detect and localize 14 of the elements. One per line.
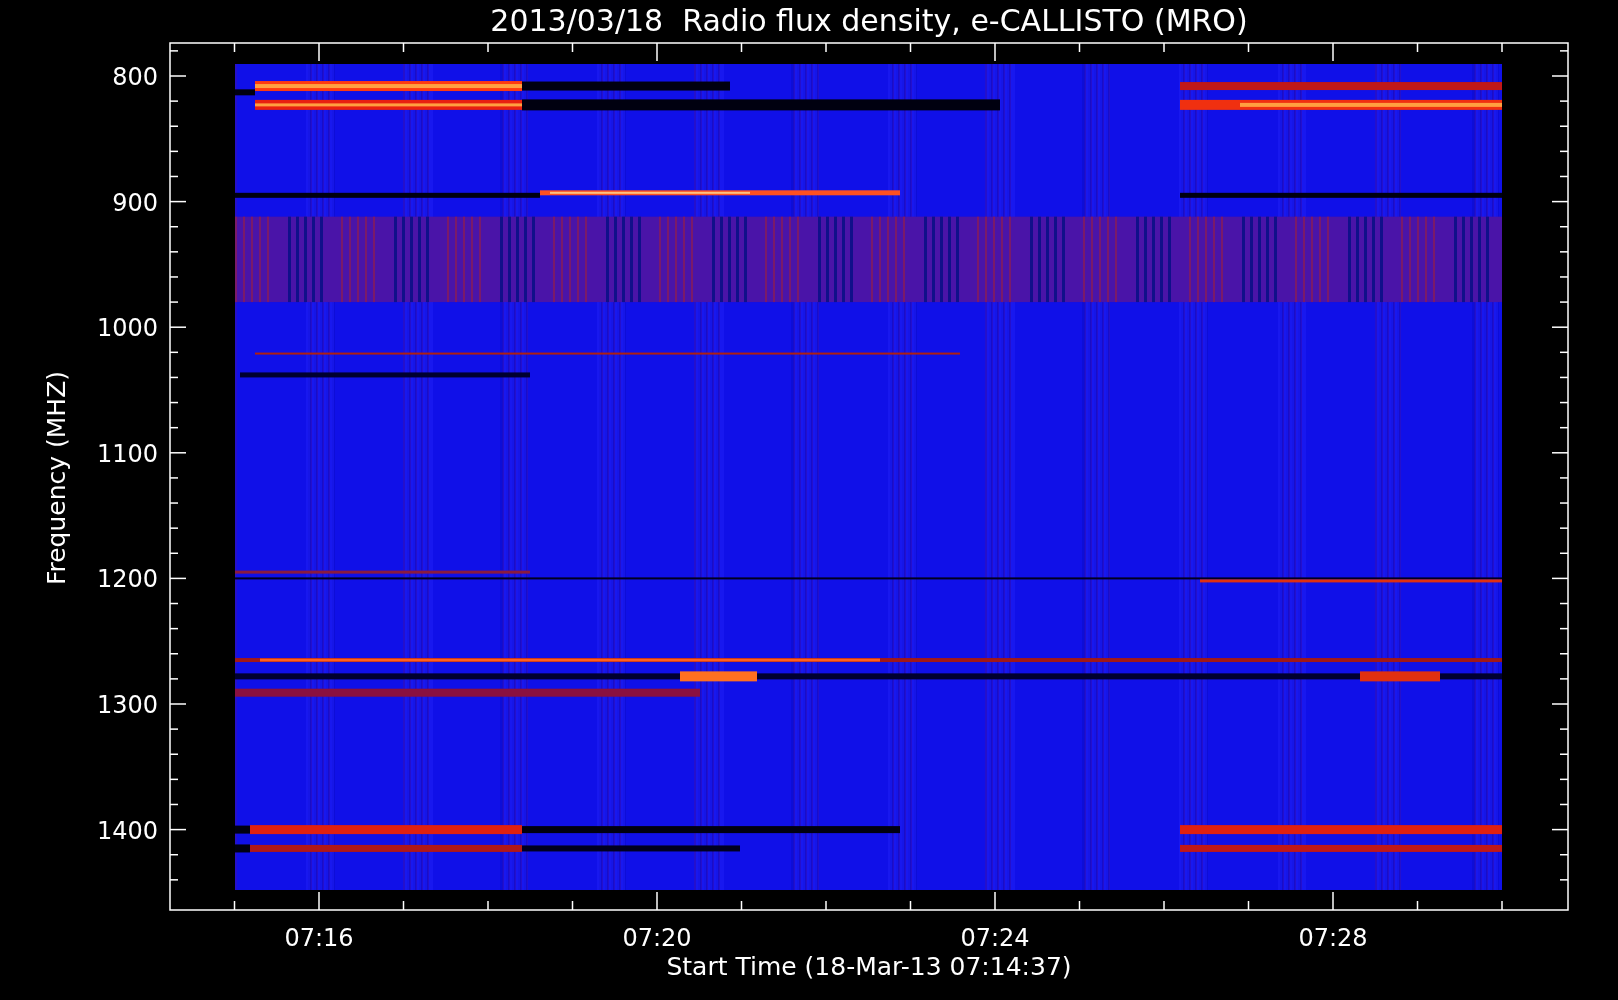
y-tick-label: 1100: [96, 439, 158, 468]
y-tick-label: 1300: [96, 691, 158, 719]
x-tick-label: 07:20: [622, 924, 692, 952]
y-tick-label: 1200: [96, 565, 158, 594]
y-axis-label: Frequency (MHZ): [42, 370, 71, 586]
y-tick-label: 900: [112, 188, 158, 217]
chart-title: 2013/03/18 Radio flux density, e-CALLISTO (MRO): [490, 3, 1248, 38]
x-tick-label: 07:16: [284, 924, 354, 952]
x-tick-label: 07:28: [1298, 924, 1368, 952]
x-tick-label: 07:24: [960, 924, 1030, 952]
y-tick-label: 1400: [96, 816, 158, 845]
y-tick-label: 800: [112, 63, 158, 91]
x-axis-label: Start Time (18-Mar-13 07:14:37): [666, 952, 1072, 981]
y-tick-label: 1000: [96, 314, 158, 343]
